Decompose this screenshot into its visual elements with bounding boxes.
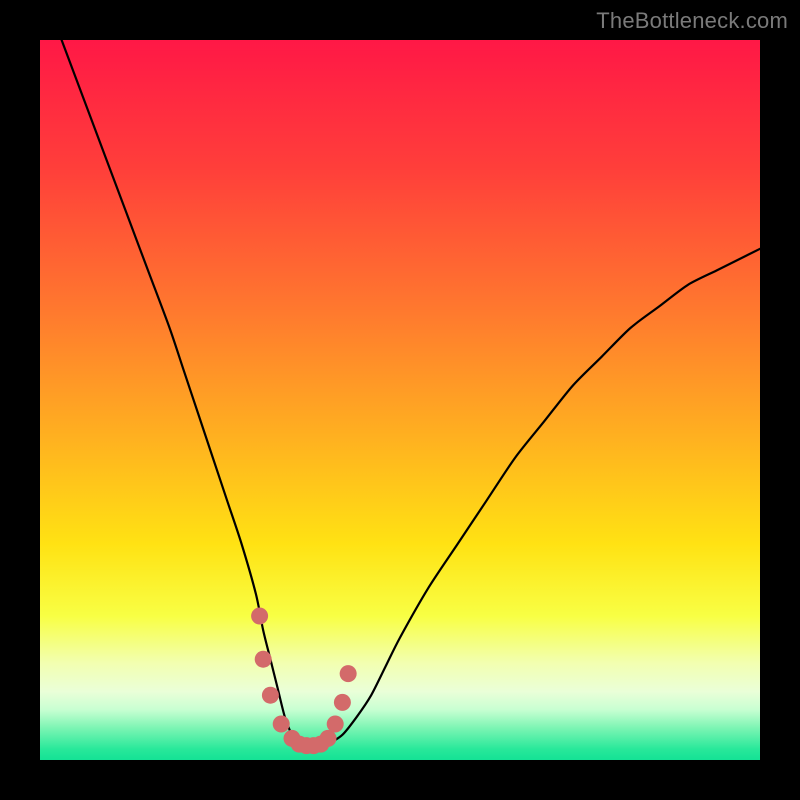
marker-point (334, 694, 351, 711)
curve-layer (40, 40, 760, 760)
marker-point (251, 608, 268, 625)
marker-point (255, 651, 272, 668)
plot-area (40, 40, 760, 760)
marker-point (340, 665, 357, 682)
near-optimal-markers (251, 608, 357, 755)
marker-point (320, 730, 337, 747)
chart-frame: TheBottleneck.com (0, 0, 800, 800)
watermark-text: TheBottleneck.com (596, 8, 788, 34)
bottleneck-curve (62, 40, 760, 746)
marker-point (273, 716, 290, 733)
marker-point (262, 687, 279, 704)
marker-point (327, 716, 344, 733)
